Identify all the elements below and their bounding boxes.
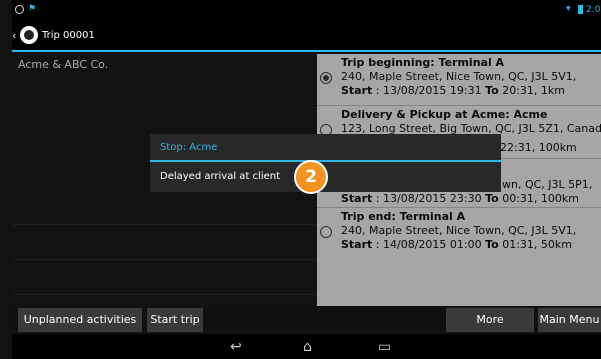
bottom-toolbar: Unplanned activities Start trip More Mai… (12, 306, 601, 334)
delayed-arrival-option[interactable]: Delayed arrival at client (160, 171, 280, 182)
page-title: Trip 00001 (42, 30, 95, 41)
flag-icon: ⚑ (28, 4, 37, 14)
unplanned-activities-button[interactable]: Unplanned activities (18, 308, 142, 332)
home-icon[interactable]: ⌂ (303, 339, 312, 355)
status-bar: ⚑ ▾ 2:00 P (12, 0, 601, 20)
step-number-badge: 2 (294, 160, 328, 194)
app-frame: ⚑ ▾ 2:00 P ‹ Trip 00001 Acme & ABC Co. T… (0, 0, 601, 359)
notification-icon (15, 5, 24, 14)
status-time: 2:00 P (586, 5, 601, 15)
start-trip-button[interactable]: Start trip (147, 308, 203, 332)
up-caret-icon[interactable]: ‹ (12, 29, 16, 42)
main-menu-button[interactable]: Main Menu (538, 308, 601, 332)
battery-icon (578, 5, 583, 14)
action-bar: ‹ Trip 00001 (12, 20, 601, 52)
system-nav-bar: ↩ ⌂ ▭ (12, 334, 601, 359)
back-icon[interactable]: ↩ (230, 339, 242, 355)
app-logo[interactable] (20, 26, 38, 44)
wifi-icon: ▾ (566, 4, 571, 14)
more-button[interactable]: More (446, 308, 534, 332)
dialog-title: Stop: Acme (160, 142, 218, 153)
recents-icon[interactable]: ▭ (378, 339, 391, 355)
dialog-divider (150, 160, 501, 162)
